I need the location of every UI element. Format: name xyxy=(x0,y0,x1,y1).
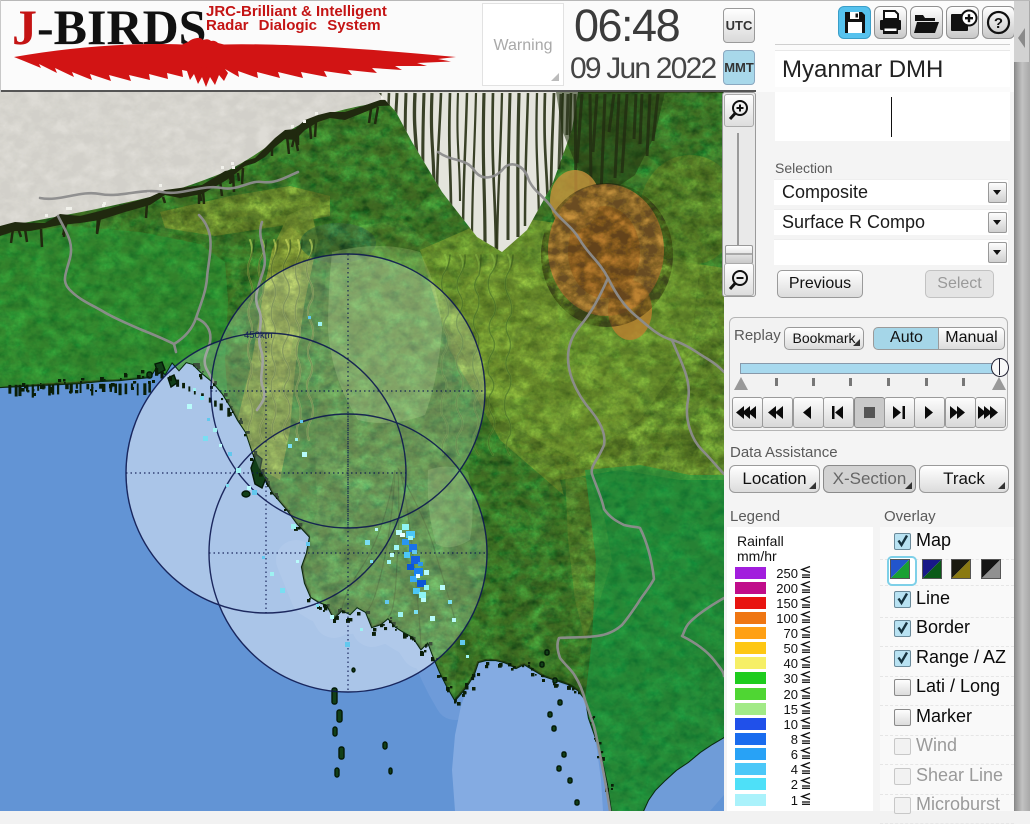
svg-text:?: ? xyxy=(994,15,1003,32)
svg-text:450km: 450km xyxy=(244,330,273,341)
